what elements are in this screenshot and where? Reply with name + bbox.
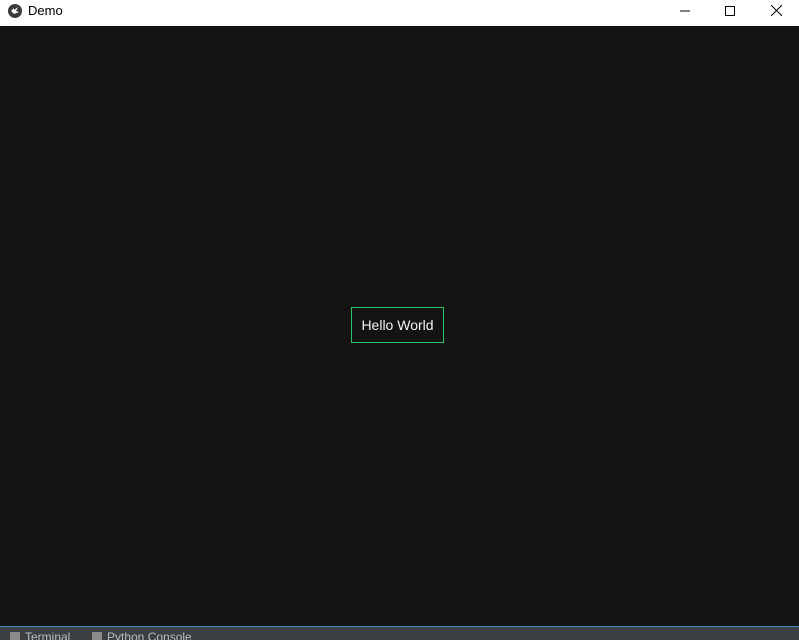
app-window: Demo Hello World Terminal Python Console (0, 0, 799, 640)
ide-tool-strip: Terminal Python Console (0, 626, 799, 640)
terminal-icon (10, 632, 20, 640)
tab-terminal[interactable]: Terminal (10, 630, 70, 640)
python-icon (92, 632, 102, 640)
tab-terminal-label: Terminal (25, 630, 71, 640)
window-title: Demo (28, 3, 63, 18)
app-canvas: Hello World (0, 26, 799, 626)
kivy-logo-icon (8, 4, 22, 18)
hello-world-button[interactable]: Hello World (351, 307, 444, 343)
maximize-icon (725, 3, 735, 21)
close-icon (770, 3, 782, 21)
minimize-button[interactable] (662, 0, 708, 24)
title-bar[interactable]: Demo (0, 0, 799, 24)
close-button[interactable] (753, 0, 799, 24)
tab-python-console-label: Python Console (107, 630, 192, 640)
tab-python-console[interactable]: Python Console (92, 630, 192, 640)
minimize-icon (680, 3, 690, 21)
maximize-button[interactable] (707, 0, 753, 24)
